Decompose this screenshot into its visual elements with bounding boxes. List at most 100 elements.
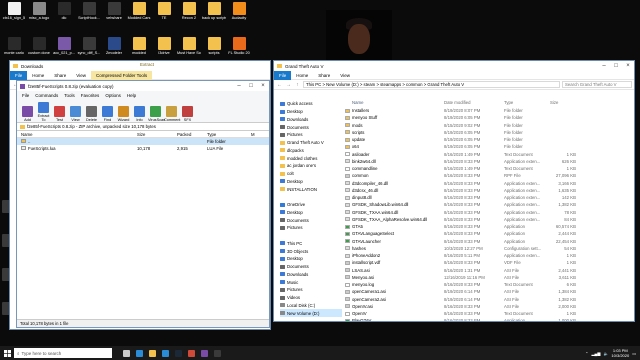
archive-path[interactable]: f2e85f-FueScripts 0.8.zip - ZIP archive,…: [27, 124, 156, 129]
nav-item[interactable]: Grand Theft Auto V: [280, 139, 342, 147]
nav-item[interactable]: colt: [280, 170, 342, 178]
file-row[interactable]: d3dcompiler_46.dll 8/16/2020 8:33 PM Appli…: [344, 180, 634, 187]
toolbar-button[interactable]: Delete: [84, 106, 99, 122]
file-row[interactable]: mods 8/15/2020 9:02 PM File folder: [344, 122, 634, 129]
file-row[interactable]: GTA5 8/16/2020 8:33 PM Application 60,574 K…: [344, 223, 634, 230]
col-modified[interactable]: M: [251, 131, 269, 137]
menu-item[interactable]: Tools: [61, 93, 78, 98]
tab-home[interactable]: Home: [27, 71, 49, 80]
col-packed[interactable]: Packed: [177, 131, 207, 137]
nav-item[interactable]: dlcpacks: [280, 147, 342, 155]
maximize-button[interactable]: □: [245, 81, 257, 91]
file-row[interactable]: GTAVLanguageSelect 8/16/2020 8:33 PM Appli…: [344, 230, 634, 237]
close-button[interactable]: ×: [622, 61, 634, 71]
file-row[interactable]: OpenIV.asi 8/16/2020 8:33 PM ASI File 2,000…: [344, 303, 634, 310]
file-row[interactable]: menyoo Stuff 8/19/2020 6:05 PM File folder: [344, 114, 634, 121]
file-row[interactable]: openCamera2.asi 8/19/2020 6:14 PM ASI File…: [344, 296, 634, 303]
toolbar-button[interactable]: SFX: [180, 106, 195, 122]
nav-item[interactable]: Documents: [280, 216, 342, 224]
file-row[interactable]: GFSDK_TXAA_AlphaResolve.win64.dll 8/16/20…: [344, 216, 634, 223]
menu-item[interactable]: Help: [124, 93, 139, 98]
toolbar-button[interactable]: Comment: [164, 106, 180, 122]
col-name[interactable]: Name: [344, 99, 444, 107]
up-arrow-icon[interactable]: ↑: [294, 82, 301, 88]
winrar-taskbar-button[interactable]: [198, 346, 211, 360]
desktop-icon[interactable]: ctx16_sign_5: [2, 2, 26, 28]
nav-item[interactable]: Documents: [280, 263, 342, 271]
tab-view[interactable]: View: [71, 71, 91, 80]
file-row[interactable]: openCamera1.asi 8/19/2020 6:14 PM ASI File…: [344, 288, 634, 295]
col-size[interactable]: Size: [548, 99, 576, 107]
clock[interactable]: 1:03 PM 10/3/2020: [611, 348, 629, 358]
tab-file[interactable]: File: [10, 70, 28, 80]
gta-search-input[interactable]: Search Grand Theft Auto V: [562, 81, 632, 88]
nav-item[interactable]: Desktop: [280, 209, 342, 217]
nav-item[interactable]: OneDrive: [280, 201, 342, 209]
network-icon[interactable]: ▂▄▆: [591, 351, 600, 356]
file-row[interactable]: OpenIV 8/16/2020 8:33 PM Text Document 1 KB: [344, 310, 634, 317]
tab-share[interactable]: Share: [313, 71, 335, 80]
tab-compressed-folder-tools[interactable]: Compressed Folder Tools: [90, 70, 153, 80]
file-row[interactable]: scripts 8/19/2020 6:05 PM File folder: [344, 129, 634, 136]
menu-item[interactable]: Options: [102, 93, 124, 98]
edge-taskbar-button[interactable]: [133, 346, 146, 360]
toolbar-button[interactable]: Wizard: [116, 106, 131, 122]
file-row[interactable]: PlayGTAV 8/16/2020 8:33 PM Application 1,00…: [344, 317, 634, 321]
file-row[interactable]: menyoo.log 8/16/2020 8:33 PM Text Document…: [344, 281, 634, 288]
desktop-icon[interactable]: Modded Cars: [127, 2, 151, 28]
nav-item[interactable]: Downloads: [280, 271, 342, 279]
minimize-button[interactable]: –: [598, 61, 610, 71]
nav-item[interactable]: 3D Objects: [280, 247, 342, 255]
nav-item[interactable]: This PC: [280, 240, 342, 248]
tab-file[interactable]: File: [274, 70, 292, 80]
desktop-icon[interactable]: misc_a.togo: [27, 2, 51, 28]
file-row[interactable]: update 8/19/2020 6:05 PM File folder: [344, 136, 634, 143]
nav-item[interactable]: Music: [280, 278, 342, 286]
nav-item[interactable]: ac jordan one's: [280, 162, 342, 170]
file-row[interactable]: commandline 8/16/2020 1:49 PM Text Documen…: [344, 165, 634, 172]
nav-item[interactable]: Videos: [280, 294, 342, 302]
toolbar-button[interactable]: Find: [100, 106, 115, 122]
close-button[interactable]: ×: [257, 81, 269, 91]
file-row[interactable]: x64 8/19/2020 6:05 PM File folder: [344, 143, 634, 150]
nav-item[interactable]: [280, 193, 342, 201]
desktop-icon[interactable]: dlc: [52, 2, 76, 28]
table-row[interactable]: .. File folder: [17, 138, 269, 145]
nav-item[interactable]: Desktop: [280, 108, 342, 116]
gta-address-bar[interactable]: This PC > New Volume (D:) > steam > stea…: [303, 81, 560, 88]
file-row[interactable]: GFSDK_TXAA.win64.dll 8/16/2020 8:33 PM App…: [344, 209, 634, 216]
store-taskbar-button[interactable]: [159, 346, 172, 360]
tab-home[interactable]: Home: [291, 71, 313, 80]
desktop-icon[interactable]: ScriptHook...: [77, 2, 101, 28]
taskbar-search-input[interactable]: ⌕ Type here to search: [14, 348, 112, 358]
nav-item[interactable]: Documents: [280, 123, 342, 131]
desktop-icon[interactable]: back up scripts: [202, 2, 226, 28]
desktop-icon[interactable]: Recon 2: [177, 2, 201, 28]
back-arrow-icon[interactable]: ←: [276, 82, 283, 88]
desktop-icon[interactable]: Audacity: [227, 2, 251, 28]
desktop-icon[interactable]: vehshare: [102, 2, 126, 28]
table-row[interactable]: FueScripts.lua 10,178 2,915 LUA File: [17, 145, 269, 152]
col-name[interactable]: Name: [17, 131, 137, 137]
col-date-modified[interactable]: Date modified: [444, 99, 504, 107]
notification-icon[interactable]: ▭: [632, 351, 636, 356]
file-row[interactable]: d3dcsx_46.dll 8/16/2020 8:33 PM Applicatio…: [344, 187, 634, 194]
tab-share[interactable]: Share: [49, 71, 71, 80]
nav-item[interactable]: [280, 232, 342, 240]
toolbar-button[interactable]: Info: [132, 106, 147, 122]
toolbar-button[interactable]: View: [68, 106, 83, 122]
desktop-icon[interactable]: TE: [152, 2, 176, 28]
steam-taskbar-button[interactable]: [172, 346, 185, 360]
file-row[interactable]: bink2w64.dll 8/16/2020 8:33 PM Application…: [344, 158, 634, 165]
nav-item[interactable]: Pictures: [280, 286, 342, 294]
downloads-context-tab-label[interactable]: Extract: [140, 62, 154, 67]
nav-item[interactable]: Quick access: [280, 100, 342, 108]
nav-item[interactable]: Local Disk (C:): [280, 302, 342, 310]
nav-item[interactable]: New Volume (D:): [280, 309, 342, 317]
file-row[interactable]: asiloader 8/16/2020 1:49 PM Text Document 1…: [344, 151, 634, 158]
nav-item[interactable]: INSTALLATION: [280, 185, 342, 193]
toolbar-button[interactable]: Test: [52, 106, 67, 122]
menu-item[interactable]: Commands: [32, 93, 61, 98]
menu-item[interactable]: File: [19, 93, 32, 98]
file-row[interactable]: common 8/16/2020 8:33 PM RPF File 27,096 KB: [344, 172, 634, 179]
